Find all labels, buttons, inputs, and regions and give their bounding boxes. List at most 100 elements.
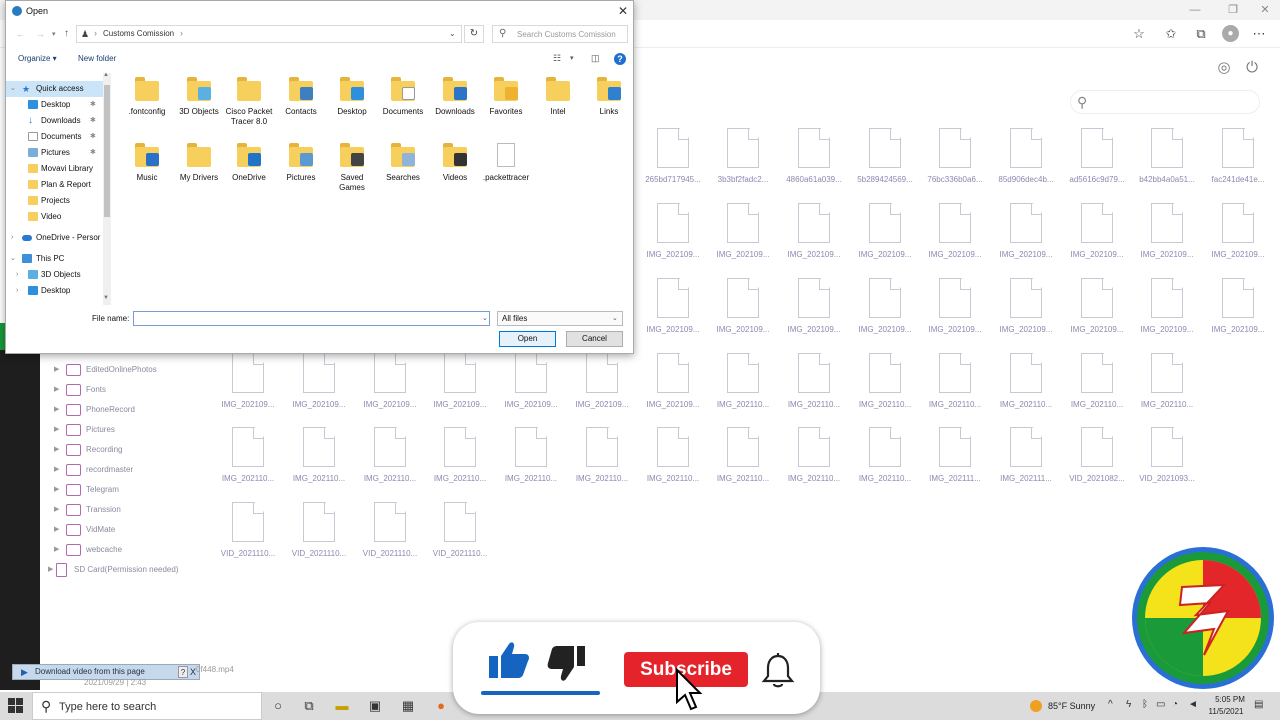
folder-item[interactable]: Downloads [430, 75, 480, 141]
maximize-icon[interactable]: ❐ [1218, 2, 1248, 18]
chevron-right-icon[interactable]: › [16, 267, 18, 283]
file-tile[interactable]: IMG_202109... [637, 278, 709, 348]
file-tile[interactable]: VID_2021110... [212, 502, 284, 572]
file-tile[interactable]: 3b3bf2fadc2... [707, 128, 779, 198]
nav-item-movavi[interactable]: Movavi Library [6, 161, 106, 177]
search-input[interactable]: ⚲ Search Customs Comission [492, 25, 628, 43]
file-tile[interactable]: IMG_202109... [1131, 278, 1203, 348]
file-tile[interactable]: IMG_202109... [212, 353, 284, 423]
more-menu-icon[interactable]: ⋯ [1250, 25, 1268, 43]
file-tile[interactable]: IMG_202109... [707, 278, 779, 348]
recent-locations-icon[interactable]: ▾ [52, 30, 56, 38]
folder-item[interactable]: Intel [533, 75, 583, 141]
folder-item[interactable]: Music [122, 141, 172, 207]
tree-item[interactable]: ▶ VidMate [54, 521, 214, 539]
file-tile[interactable]: IMG_202111... [990, 427, 1062, 497]
chevron-right-icon[interactable]: › [16, 283, 18, 299]
nav-item-plan-report[interactable]: Plan & Report [6, 177, 106, 193]
file-tile[interactable]: b42bb4a0a51... [1131, 128, 1203, 198]
folder-item[interactable]: OneDrive [224, 141, 274, 207]
folder-item[interactable]: Favorites [481, 75, 531, 141]
file-tile[interactable]: IMG_202109... [849, 203, 921, 273]
file-tile[interactable]: IMG_202110... [849, 353, 921, 423]
file-tile[interactable]: IMG_202109... [424, 353, 496, 423]
cancel-button[interactable]: Cancel [566, 331, 623, 347]
tree-item[interactable]: ▶ PhoneRecord [54, 401, 214, 419]
chevron-down-icon[interactable]: ▾ [570, 54, 574, 62]
file-tile[interactable]: IMG_202110... [849, 427, 921, 497]
thumbs-up-icon[interactable] [487, 640, 531, 680]
tree-item[interactable]: ▶ EditedOnlinePhotos [54, 361, 214, 379]
weather-text[interactable]: 85°F Sunny [1048, 701, 1095, 711]
file-tile[interactable]: 5b289424569... [849, 128, 921, 198]
profile-avatar[interactable]: ● [1222, 25, 1239, 42]
chevron-down-icon[interactable]: ⌄ [449, 29, 456, 38]
file-tile[interactable]: IMG_202109... [495, 353, 567, 423]
windows-start-icon[interactable] [8, 698, 24, 714]
file-tile[interactable]: VID_2021082... [1061, 427, 1133, 497]
nav-onedrive[interactable]: › OneDrive - Persor [6, 230, 106, 246]
file-tile[interactable]: IMG_202109... [354, 353, 426, 423]
file-tile[interactable]: 265bd717945... [637, 128, 709, 198]
folder-item[interactable]: Videos [430, 141, 480, 207]
file-tile[interactable]: IMG_202109... [919, 278, 991, 348]
file-tile[interactable]: 76bc336b0a6... [919, 128, 991, 198]
taskbar-search-box[interactable]: ⚲ Type here to search [32, 692, 262, 720]
nav-item-3d-objects[interactable]: › 3D Objects [6, 267, 106, 283]
nav-item-pictures[interactable]: Pictures ✱ [6, 145, 106, 161]
scroll-down-icon[interactable]: ▼ [103, 295, 109, 301]
collections-icon[interactable]: ⧉ [1192, 25, 1210, 43]
file-tile[interactable]: IMG_202110... [566, 427, 638, 497]
file-tile[interactable]: IMG_202110... [778, 353, 850, 423]
close-icon[interactable]: ✕ [1250, 2, 1280, 18]
bg-search-field[interactable]: ⚲ [1070, 90, 1260, 114]
help-button[interactable]: ? [178, 666, 188, 678]
file-tile[interactable]: IMG_202110... [707, 353, 779, 423]
tree-item[interactable]: ▶ Recording [54, 441, 214, 459]
folder-item[interactable]: My Drivers [174, 141, 224, 207]
tree-item-sdcard[interactable]: ▶ SD Card(Permission needed) [48, 561, 208, 579]
bluetooth-icon[interactable]: ᛒ [1142, 699, 1148, 710]
forward-arrow-icon[interactable]: → [36, 29, 45, 39]
file-tile[interactable]: IMG_202109... [707, 203, 779, 273]
clock-time[interactable]: 5:05 PM [1208, 695, 1252, 704]
folder-item[interactable]: Links [584, 75, 634, 141]
file-tile[interactable]: IMG_202109... [283, 353, 355, 423]
file-tile[interactable]: IMG_202109... [778, 203, 850, 273]
file-tile[interactable]: IMG_202109... [1202, 203, 1274, 273]
nav-item-downloads[interactable]: ↓ Downloads ✱ [6, 113, 106, 129]
notification-bell-icon[interactable] [761, 652, 795, 690]
file-tile[interactable]: IMG_202109... [990, 203, 1062, 273]
cortana-icon[interactable]: ○ [266, 695, 290, 717]
address-bar[interactable]: ♟ › Customs Comission › ⌄ [76, 25, 462, 43]
nav-quick-access[interactable]: ⌄ ★ Quick access [6, 81, 106, 97]
firefox-icon[interactable]: ● [429, 695, 453, 717]
folder-item[interactable]: Searches [378, 141, 428, 207]
file-tile[interactable]: IMG_202110... [1131, 353, 1203, 423]
favorites-icon[interactable]: ✩ [1162, 25, 1180, 43]
folder-item[interactable]: Saved Games [327, 141, 377, 207]
open-button[interactable]: Open [499, 331, 556, 347]
folder-item[interactable]: 3D Objects [174, 75, 224, 141]
nav-item-desktop[interactable]: Desktop ✱ [6, 97, 106, 113]
file-tile[interactable]: VID_2021110... [354, 502, 426, 572]
volume-icon[interactable]: ◄ [1188, 699, 1198, 710]
nav-this-pc[interactable]: ⌄ This PC [6, 251, 106, 267]
tree-item[interactable]: ▶ webcache [54, 541, 214, 559]
tree-item[interactable]: ▶ recordmaster [54, 461, 214, 479]
nav-item-pc-desktop[interactable]: › Desktop [6, 283, 106, 299]
file-type-select[interactable]: All files ⌄ [497, 311, 623, 326]
file-name-input[interactable] [133, 311, 490, 326]
folder-item[interactable]: Pictures [276, 141, 326, 207]
view-options-icon[interactable]: ☷ [553, 53, 561, 64]
chevron-down-icon[interactable]: ⌄ [482, 314, 488, 322]
up-arrow-icon[interactable]: ↑ [64, 28, 69, 39]
task-view-icon[interactable]: ⧉ [297, 695, 321, 717]
tree-item[interactable]: ▶ Telegram [54, 481, 214, 499]
file-tile[interactable]: IMG_202110... [778, 427, 850, 497]
new-folder-button[interactable]: New folder [78, 54, 116, 63]
address-breadcrumb[interactable]: Customs Comission [103, 29, 174, 38]
chevron-right-icon[interactable]: › [94, 28, 97, 38]
file-tile[interactable]: IMG_202109... [778, 278, 850, 348]
file-tile[interactable]: IMG_202110... [707, 427, 779, 497]
